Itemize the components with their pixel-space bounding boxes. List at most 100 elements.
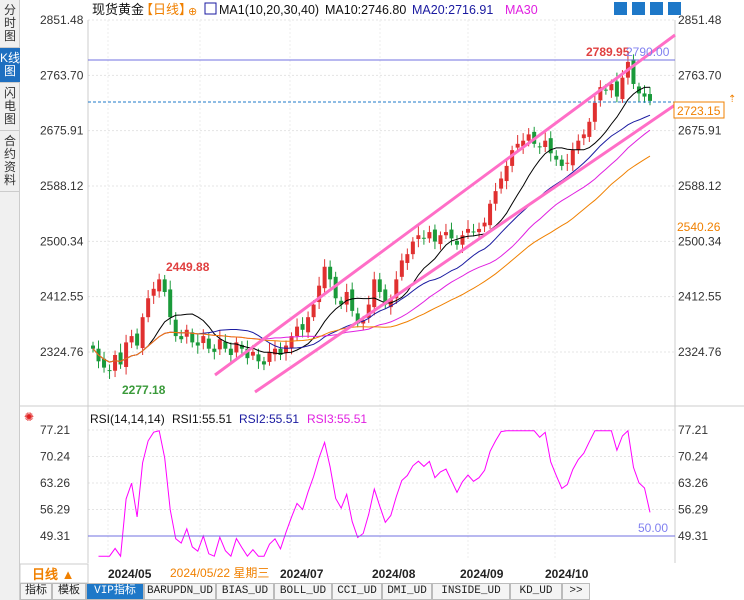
- ma-params: MA1(10,20,30,40): [219, 3, 319, 17]
- candle: [603, 89, 608, 91]
- tab-bias-ud[interactable]: BIAS_UD: [216, 583, 274, 600]
- tab-k-chart[interactable]: K线图: [0, 48, 20, 83]
- period-button-label[interactable]: 日线 ▲: [32, 567, 74, 582]
- y-tick-right: 2412.55: [678, 290, 722, 304]
- channel-upper-line[interactable]: [214, 33, 676, 377]
- crosshair-icon[interactable]: [614, 2, 627, 15]
- candle: [173, 319, 178, 337]
- rsi-line: [98, 429, 651, 558]
- x-tick: 2024/05: [108, 567, 152, 581]
- indicator-icon[interactable]: [204, 2, 217, 15]
- candle: [91, 345, 95, 349]
- y-tick-right: 2500.34: [678, 234, 722, 248]
- rsi-name: RSI(14,14,14): [90, 412, 165, 426]
- candle: [372, 279, 377, 308]
- y-tick-right: 2324.76: [678, 345, 722, 359]
- rsi1-value: RSI1:55.51: [172, 412, 232, 426]
- y-tick-left: 2500.34: [40, 234, 84, 248]
- high-label: 2789.95: [586, 45, 630, 59]
- settings-icon[interactable]: ✺: [24, 410, 34, 424]
- candle: [311, 304, 316, 318]
- tab-cci-ud[interactable]: CCI_UD: [332, 583, 382, 600]
- candle: [648, 94, 652, 101]
- y-tick-right: 2763.70: [678, 68, 722, 82]
- candle: [201, 336, 206, 344]
- tab--[interactable]: 模板: [52, 583, 86, 600]
- chart-area[interactable]: 现货黄金 【日线】 ⊕ MA1(10,20,30,40) MA10:2746.8…: [20, 0, 744, 600]
- candle: [488, 203, 493, 226]
- tab--[interactable]: 指标: [20, 583, 52, 600]
- rsi-y-tick-left: 70.24: [40, 449, 70, 463]
- rsi-y-tick-right: 70.24: [678, 449, 708, 463]
- candle: [620, 77, 625, 100]
- rsi-y-tick-left: 77.21: [40, 423, 70, 437]
- candle: [565, 162, 570, 164]
- channel-lower-line[interactable]: [254, 103, 676, 394]
- candle: [168, 289, 173, 318]
- candle: [151, 288, 156, 296]
- candle: [554, 155, 559, 160]
- tab-inside-ud[interactable]: INSIDE_UD: [432, 583, 510, 600]
- chart-svg[interactable]: 现货黄金 【日线】 ⊕ MA1(10,20,30,40) MA10:2746.8…: [20, 0, 744, 600]
- tab-kd-ud[interactable]: KD_UD: [510, 583, 562, 600]
- candle: [295, 326, 300, 337]
- candle: [228, 348, 233, 356]
- add-icon[interactable]: ⊕: [188, 6, 197, 18]
- candle: [162, 279, 167, 292]
- candle: [581, 134, 586, 139]
- tab-tick-chart[interactable]: 分时图: [0, 0, 20, 48]
- period-label: 【日线】: [140, 2, 192, 17]
- tab-flash-chart[interactable]: 闪电图: [0, 83, 20, 131]
- candle: [543, 140, 548, 147]
- y-tick-left: 2675.91: [40, 124, 84, 138]
- candle: [410, 241, 415, 255]
- tab-vip-[interactable]: VIP指标: [86, 583, 144, 600]
- candle: [477, 228, 482, 233]
- candle: [504, 165, 509, 182]
- candle: [642, 93, 647, 97]
- rsi-y-tick-right: 56.29: [678, 502, 708, 516]
- tab-boll-ud[interactable]: BOLL_UD: [274, 583, 332, 600]
- candle: [344, 291, 349, 305]
- candle: [135, 333, 140, 346]
- candle: [471, 231, 476, 233]
- candle: [206, 338, 211, 349]
- y-tick-left: 2588.12: [40, 179, 84, 193]
- candle: [443, 232, 448, 236]
- candle: [587, 121, 592, 137]
- rsi-y-tick-right: 49.31: [678, 529, 708, 543]
- candle: [526, 134, 531, 141]
- tab--[interactable]: >>: [562, 583, 590, 600]
- candle: [559, 159, 564, 166]
- candle: [328, 266, 333, 280]
- candle: [195, 342, 200, 346]
- tab-contract-info[interactable]: 合约资料: [0, 131, 20, 192]
- crosshair-date: 2024/05/22 星期三: [170, 566, 269, 580]
- candle: [405, 254, 410, 263]
- candle: [499, 178, 504, 189]
- candle: [113, 355, 118, 371]
- rsi2-value: RSI2:55.51: [239, 412, 299, 426]
- candle: [438, 235, 443, 245]
- y-tick-left: 2851.48: [40, 13, 84, 27]
- rsi-y-tick-right: 63.26: [678, 476, 708, 490]
- rsi-50-label: 50.00: [638, 521, 668, 535]
- candle: [432, 229, 437, 242]
- y-tick-left: 2763.70: [40, 68, 84, 82]
- candle: [306, 317, 311, 333]
- x-tick: 2024/08: [372, 567, 416, 581]
- zoom-out-icon[interactable]: [650, 2, 663, 15]
- swing-high-label: 2449.88: [166, 260, 210, 274]
- candle: [140, 317, 145, 349]
- candle: [350, 289, 355, 311]
- candle: [454, 240, 459, 245]
- swing-low-label: 2277.18: [122, 383, 166, 397]
- candle: [118, 352, 123, 365]
- tab-dmi-ud[interactable]: DMI_UD: [382, 583, 432, 600]
- candle: [377, 279, 382, 292]
- alert-icon[interactable]: ⇡: [728, 94, 736, 105]
- rsi-y-tick-right: 77.21: [678, 423, 708, 437]
- candle: [212, 348, 217, 352]
- zoom-in-icon[interactable]: [632, 2, 645, 15]
- tab-barupdn-ud[interactable]: BARUPDN_UD: [144, 583, 216, 600]
